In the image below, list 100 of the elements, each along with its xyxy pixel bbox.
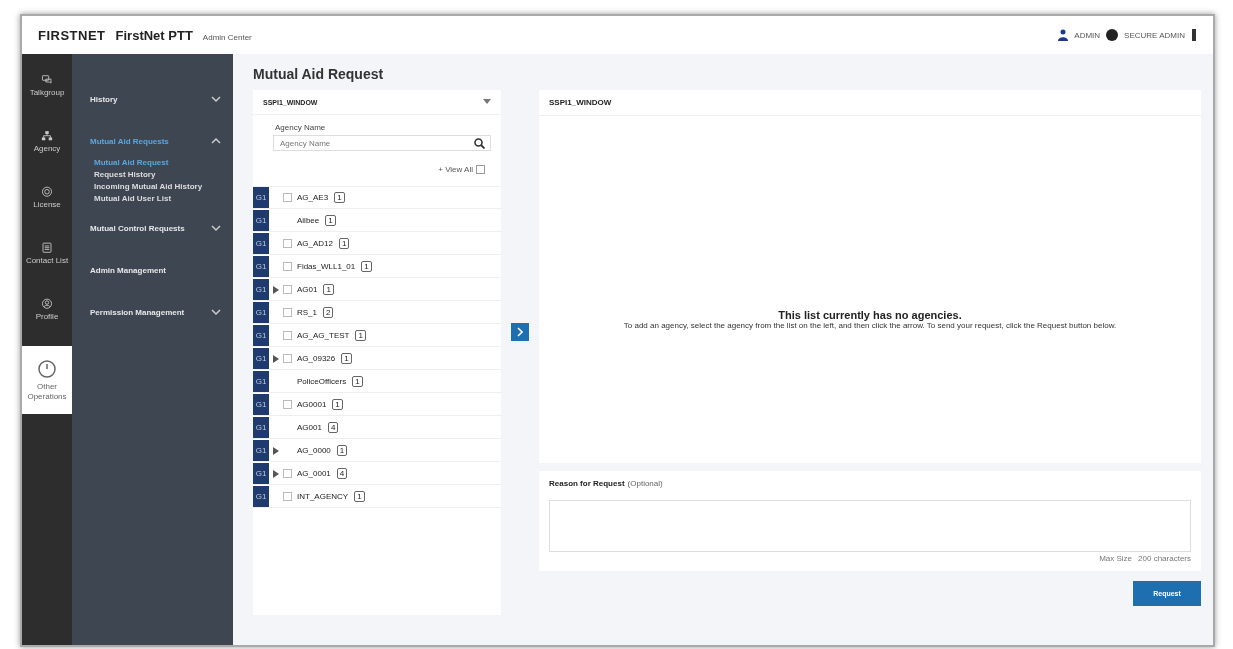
chevron-icon (211, 137, 221, 145)
nav-item[interactable]: History (72, 84, 233, 114)
agency-name: Ailbee (297, 216, 320, 225)
checkbox[interactable] (283, 354, 292, 363)
tree-row[interactable]: G1 AG0001 1 (253, 394, 501, 416)
brand-logo: FIRSTNET (38, 27, 106, 43)
empty-message: To add an agency, select the agency from the list on the left, and then click the arrow. To send your request, click the Request button below. (623, 321, 1117, 330)
tree-row[interactable]: G1 Fidas_WLL1_01 1 (253, 256, 501, 278)
expand-arrow-icon (273, 469, 279, 478)
group-tag: G1 (253, 348, 269, 369)
max-size-label: Max Size (1099, 554, 1133, 563)
nav-subitem[interactable]: Incoming Mutual Aid History (94, 182, 233, 191)
nav-item[interactable]: Mutual Control Requests (72, 213, 233, 243)
chevron-right-icon (517, 327, 523, 337)
agency-name: AG001 (297, 423, 322, 432)
rail-item[interactable]: Contact List (22, 234, 72, 274)
group-tag: G1 (253, 325, 269, 346)
rail-item[interactable]: Talkgroup (22, 66, 72, 106)
search-icon (474, 138, 485, 149)
nav-item[interactable]: Permission Management (72, 297, 233, 327)
tree-row[interactable]: G1 AG_0001 4 (253, 463, 501, 485)
tree-row[interactable]: G1 RS_1 2 (253, 302, 501, 324)
group-tag: G1 (253, 486, 269, 507)
tree-row[interactable]: G1 AG001 4 (253, 417, 501, 439)
checkbox[interactable] (283, 285, 292, 294)
tree-row[interactable]: G1 AG_AG_TEST 1 (253, 325, 501, 347)
expand-arrow-icon (273, 354, 279, 363)
nav-subitem[interactable]: Request History (94, 170, 233, 179)
agency-name: Fidas_WLL1_01 (297, 262, 356, 271)
group-tag: G1 (253, 417, 269, 438)
role-name[interactable]: SECURE ADMIN (1124, 30, 1185, 40)
count-badge: 1 (341, 353, 352, 364)
count-badge: 1 (334, 192, 345, 203)
nav-subitem[interactable]: Mutual Aid User List (94, 194, 233, 203)
group-tag: G1 (253, 233, 269, 254)
panel-title: SSPI1_WINDOW (539, 90, 1201, 116)
product-name: FirstNet PTT (115, 27, 193, 43)
count-badge: 1 (325, 215, 336, 226)
agency-name: PoliceOfficers (297, 377, 347, 386)
checkbox[interactable] (283, 469, 292, 478)
count-badge: 2 (323, 307, 334, 318)
tree-row[interactable]: G1 Ailbee 1 (253, 210, 501, 232)
rail-item[interactable]: Other Operations (22, 346, 72, 414)
tree-row[interactable]: G1 AG_AE3 1 (253, 187, 501, 209)
agency-name: AG_0001 (297, 469, 331, 478)
add-arrow-button[interactable] (511, 323, 529, 341)
search-field[interactable]: Agency Name (273, 135, 491, 151)
help-icon (1106, 29, 1119, 41)
nav-subitem[interactable]: Mutual Aid Request (94, 158, 233, 167)
count-badge: 1 (352, 376, 363, 387)
group-tag: G1 (253, 210, 269, 231)
chevron-icon (211, 308, 221, 316)
page-title: Mutual Aid Request (253, 66, 385, 82)
chevron-icon (211, 224, 221, 232)
reason-field[interactable] (549, 500, 1191, 552)
tree-row[interactable]: G1 INT_AGENCY 1 (253, 486, 501, 508)
group-tag: G1 (253, 463, 269, 484)
tree-row[interactable]: G1 AG01 1 (253, 279, 501, 301)
agency-name: AG_AE3 (297, 193, 329, 202)
agency-name: AG0001 (297, 400, 327, 409)
tree-row[interactable]: G1 AG_09326 1 (253, 348, 501, 370)
group-tag: G1 (253, 279, 269, 300)
expand-arrow-icon (273, 285, 279, 294)
user-name[interactable]: ADMIN (1074, 30, 1101, 40)
expand-arrow-icon (273, 446, 279, 455)
checkbox[interactable] (283, 400, 292, 409)
rail-item[interactable]: Agency (22, 122, 72, 162)
group-tag: G1 (253, 187, 269, 208)
checkbox[interactable] (283, 239, 292, 248)
group-tag: G1 (253, 302, 269, 323)
checkbox[interactable] (283, 331, 292, 340)
checkbox[interactable] (283, 492, 292, 501)
count-badge: 4 (336, 468, 348, 479)
tree-row[interactable]: G1 AG_0000 1 (253, 440, 501, 462)
chevron-icon (211, 95, 221, 103)
agency-name: AG01 (297, 285, 318, 294)
count-badge: 1 (339, 238, 350, 249)
agency-name: RS_1 (297, 308, 317, 317)
checkbox[interactable] (283, 193, 292, 202)
checkbox[interactable] (283, 262, 292, 271)
agency-name: AG_AG_TEST (297, 331, 350, 340)
group-tag: G1 (253, 371, 269, 392)
field-label: Agency Name (274, 122, 327, 134)
group-tag: G1 (253, 440, 269, 461)
empty-title: This list currently has no agencies. (778, 309, 962, 321)
count-badge: 1 (323, 284, 334, 295)
character-limit: 200 characters (1138, 554, 1191, 563)
count-badge: 1 (336, 445, 348, 456)
nav-item[interactable]: Mutual Aid Requests (72, 126, 233, 156)
checkbox[interactable] (283, 308, 292, 317)
tree-row[interactable]: G1 AG_AD12 1 (253, 233, 501, 255)
nav-item[interactable]: Admin Management (72, 255, 233, 285)
view-all-link[interactable]: + View All (438, 165, 473, 174)
count-badge: 1 (354, 491, 365, 502)
agency-name: INT_AGENCY (297, 492, 349, 501)
rail-item[interactable]: Profile (22, 290, 72, 330)
rail-item[interactable]: License (22, 178, 72, 218)
user-icon (1058, 29, 1069, 41)
tree-row[interactable]: G1 PoliceOfficers 1 (253, 371, 501, 393)
caret-icon (483, 99, 491, 105)
